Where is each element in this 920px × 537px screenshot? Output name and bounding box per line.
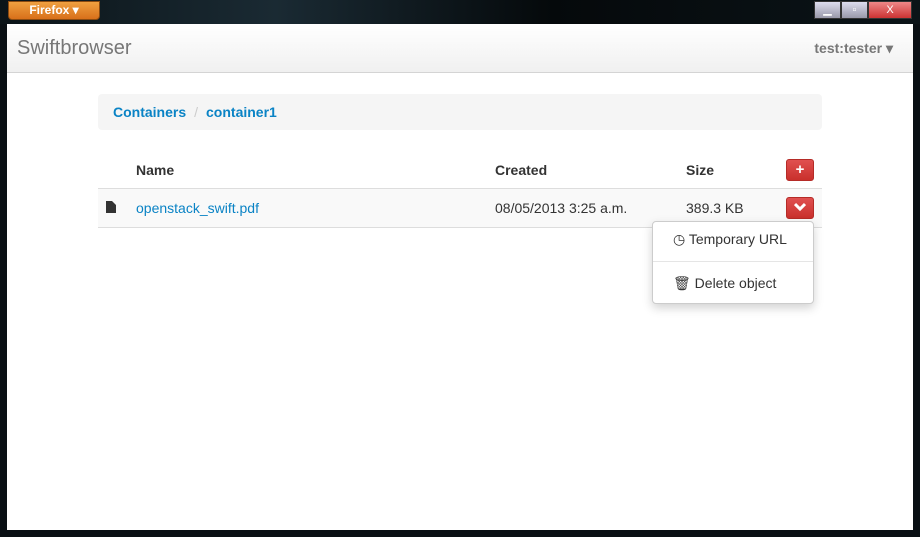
menu-divider <box>653 261 813 262</box>
file-icon <box>106 200 116 213</box>
menu-item-delete-object[interactable]: 🗑 Delete object <box>653 266 813 301</box>
brand[interactable]: Swiftbrowser <box>17 37 131 60</box>
user-menu[interactable]: test:tester ▾ <box>814 40 893 57</box>
menu-item-label: Delete object <box>694 275 777 291</box>
close-button[interactable]: X <box>868 1 912 19</box>
minimize-button[interactable]: ▁ <box>814 1 841 19</box>
header-name: Name <box>128 152 487 189</box>
page: Swiftbrowser test:tester ▾ Containers / co… <box>7 24 913 530</box>
created-cell: 08/05/2013 3:25 a.m. <box>487 188 678 228</box>
breadcrumb-containers[interactable]: Containers <box>113 104 186 120</box>
header-created: Created <box>487 152 678 189</box>
object-link[interactable]: openstack_swift.pdf <box>136 200 259 216</box>
firefox-menu-button[interactable]: Firefox ▾ <box>8 1 100 20</box>
breadcrumb-container1[interactable]: container1 <box>206 104 277 120</box>
object-actions-button[interactable] <box>786 196 814 219</box>
trash-icon: 🗑 <box>673 275 691 291</box>
menu-item-label: Temporary URL <box>688 231 787 247</box>
window-titlebar: Firefox ▾ ▁ ▫ X <box>0 0 920 24</box>
chevron-down-icon <box>793 202 807 211</box>
breadcrumb: Containers / container1 <box>98 94 822 130</box>
breadcrumb-separator: / <box>194 104 199 120</box>
objects-table: Name Created Size + openstack_swift.pdf … <box>98 152 822 228</box>
maximize-button[interactable]: ▫ <box>841 1 868 19</box>
object-actions-menu: ◷ Temporary URL 🗑 Delete object <box>652 221 814 304</box>
header-size: Size <box>678 152 778 189</box>
navbar: Swiftbrowser test:tester ▾ <box>7 24 913 73</box>
clock-icon: ◷ <box>673 231 686 247</box>
add-object-button[interactable]: + <box>786 158 814 181</box>
menu-item-temporary-url[interactable]: ◷ Temporary URL <box>653 222 813 257</box>
